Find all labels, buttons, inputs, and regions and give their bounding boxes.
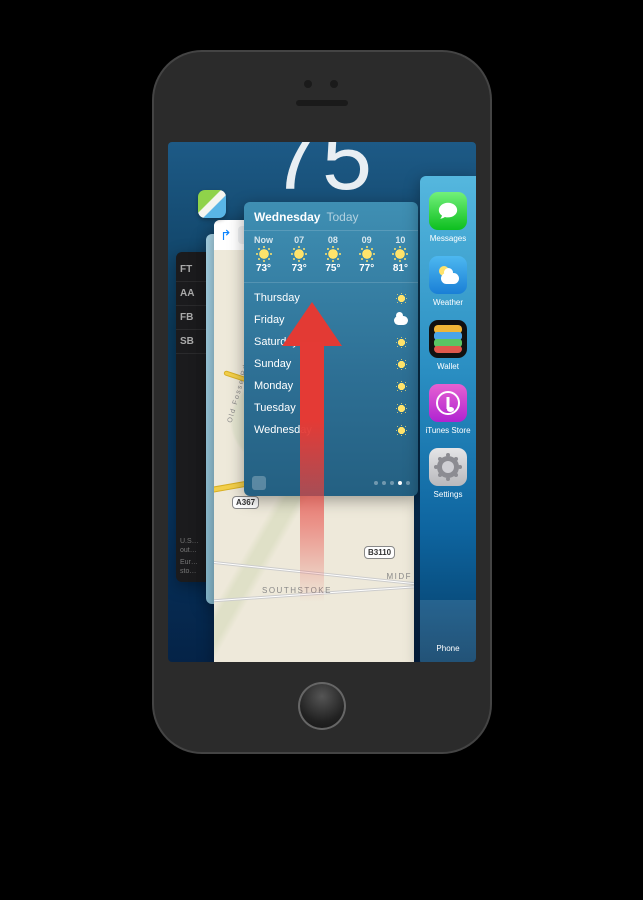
sun-icon: [397, 338, 406, 347]
proximity-sensor: [330, 80, 338, 88]
weather-daily-row: Wednesday: [254, 419, 408, 441]
settings-app-icon[interactable]: [429, 448, 467, 486]
sun-icon: [394, 248, 406, 260]
page-dot-active: [398, 481, 402, 485]
device-screen[interactable]: 75 FT AA FB SB U.S… out… Eur… sto… ↱: [168, 142, 476, 662]
maps-app-icon[interactable]: [198, 190, 226, 218]
app-label: Weather: [433, 298, 463, 307]
sun-icon: [397, 360, 406, 369]
home-button[interactable]: [298, 682, 346, 730]
weather-hourly-item: 1081°: [393, 235, 408, 274]
app-label: Phone: [436, 644, 459, 653]
weather-page-dots[interactable]: [374, 481, 410, 485]
device-top-area: [154, 52, 490, 142]
cloud-icon: [394, 316, 408, 325]
app-label: Messages: [430, 234, 466, 243]
weather-hourly-item: 0875°: [325, 235, 340, 274]
app-label: iTunes Store: [425, 426, 470, 435]
map-place-label: SOUTHSTOKE: [262, 586, 332, 595]
sun-icon: [327, 248, 339, 260]
sun-icon: [397, 294, 406, 303]
app-label: Settings: [434, 490, 463, 499]
itunes-store-app-icon[interactable]: [429, 384, 467, 422]
road-shield: B3110: [364, 546, 395, 559]
messages-app-icon[interactable]: [429, 192, 467, 230]
weather-day-name: Wednesday: [254, 210, 320, 224]
weather-header: Wednesday Today: [244, 202, 418, 230]
weather-footer: [252, 476, 410, 490]
sun-icon: [397, 426, 406, 435]
weather-daily-row: Saturday: [254, 331, 408, 353]
sun-icon: [293, 248, 305, 260]
weather-large-temperature: 75: [270, 142, 374, 211]
weather-daily-row: Tuesday: [254, 397, 408, 419]
sun-cloud-icon: [437, 266, 459, 284]
weather-daily-row: Monday: [254, 375, 408, 397]
weather-hourly-item: 0977°: [359, 235, 374, 274]
music-note-icon: [436, 391, 460, 415]
weather-daily-row: Sunday: [254, 353, 408, 375]
wallet-cards-icon: [434, 325, 462, 353]
iphone-device-frame: 75 FT AA FB SB U.S… out… Eur… sto… ↱: [154, 52, 490, 752]
weather-daily-forecast[interactable]: Thursday Friday Saturday Sunday Monday T…: [244, 283, 418, 445]
app-switcher-card-weather[interactable]: Wednesday Today Now73° 0773° 0875° 0977°…: [244, 202, 418, 496]
weather-daily-row: Thursday: [254, 287, 408, 309]
app-label: Wallet: [437, 362, 459, 371]
page-dot: [390, 481, 394, 485]
weather-provider-logo[interactable]: [252, 476, 266, 490]
weather-hourly-item: 0773°: [292, 235, 307, 274]
speech-bubble-icon: [437, 200, 459, 222]
sun-icon: [397, 382, 406, 391]
gear-icon: [437, 456, 459, 478]
weather-daily-row: Friday: [254, 309, 408, 331]
home-dock: Phone: [420, 600, 476, 662]
maps-directions-icon[interactable]: ↱: [220, 227, 232, 244]
weather-app-icon[interactable]: [429, 256, 467, 294]
app-switcher-card-home[interactable]: Messages Weather Wallet iTunes Store Set…: [420, 176, 476, 662]
weather-today-label: Today: [326, 210, 358, 224]
sun-icon: [361, 248, 373, 260]
page-dot: [374, 481, 378, 485]
sun-icon: [258, 248, 270, 260]
road-shield: A367: [232, 496, 259, 509]
page-dot: [382, 481, 386, 485]
sun-icon: [397, 404, 406, 413]
weather-hourly-forecast[interactable]: Now73° 0773° 0875° 0977° 1081°: [244, 230, 418, 283]
map-place-label: MIDF: [386, 572, 412, 581]
earpiece-speaker: [296, 100, 348, 106]
weather-hourly-item: Now73°: [254, 235, 273, 274]
wallet-app-icon[interactable]: [429, 320, 467, 358]
page-dot: [406, 481, 410, 485]
front-camera: [304, 80, 312, 88]
